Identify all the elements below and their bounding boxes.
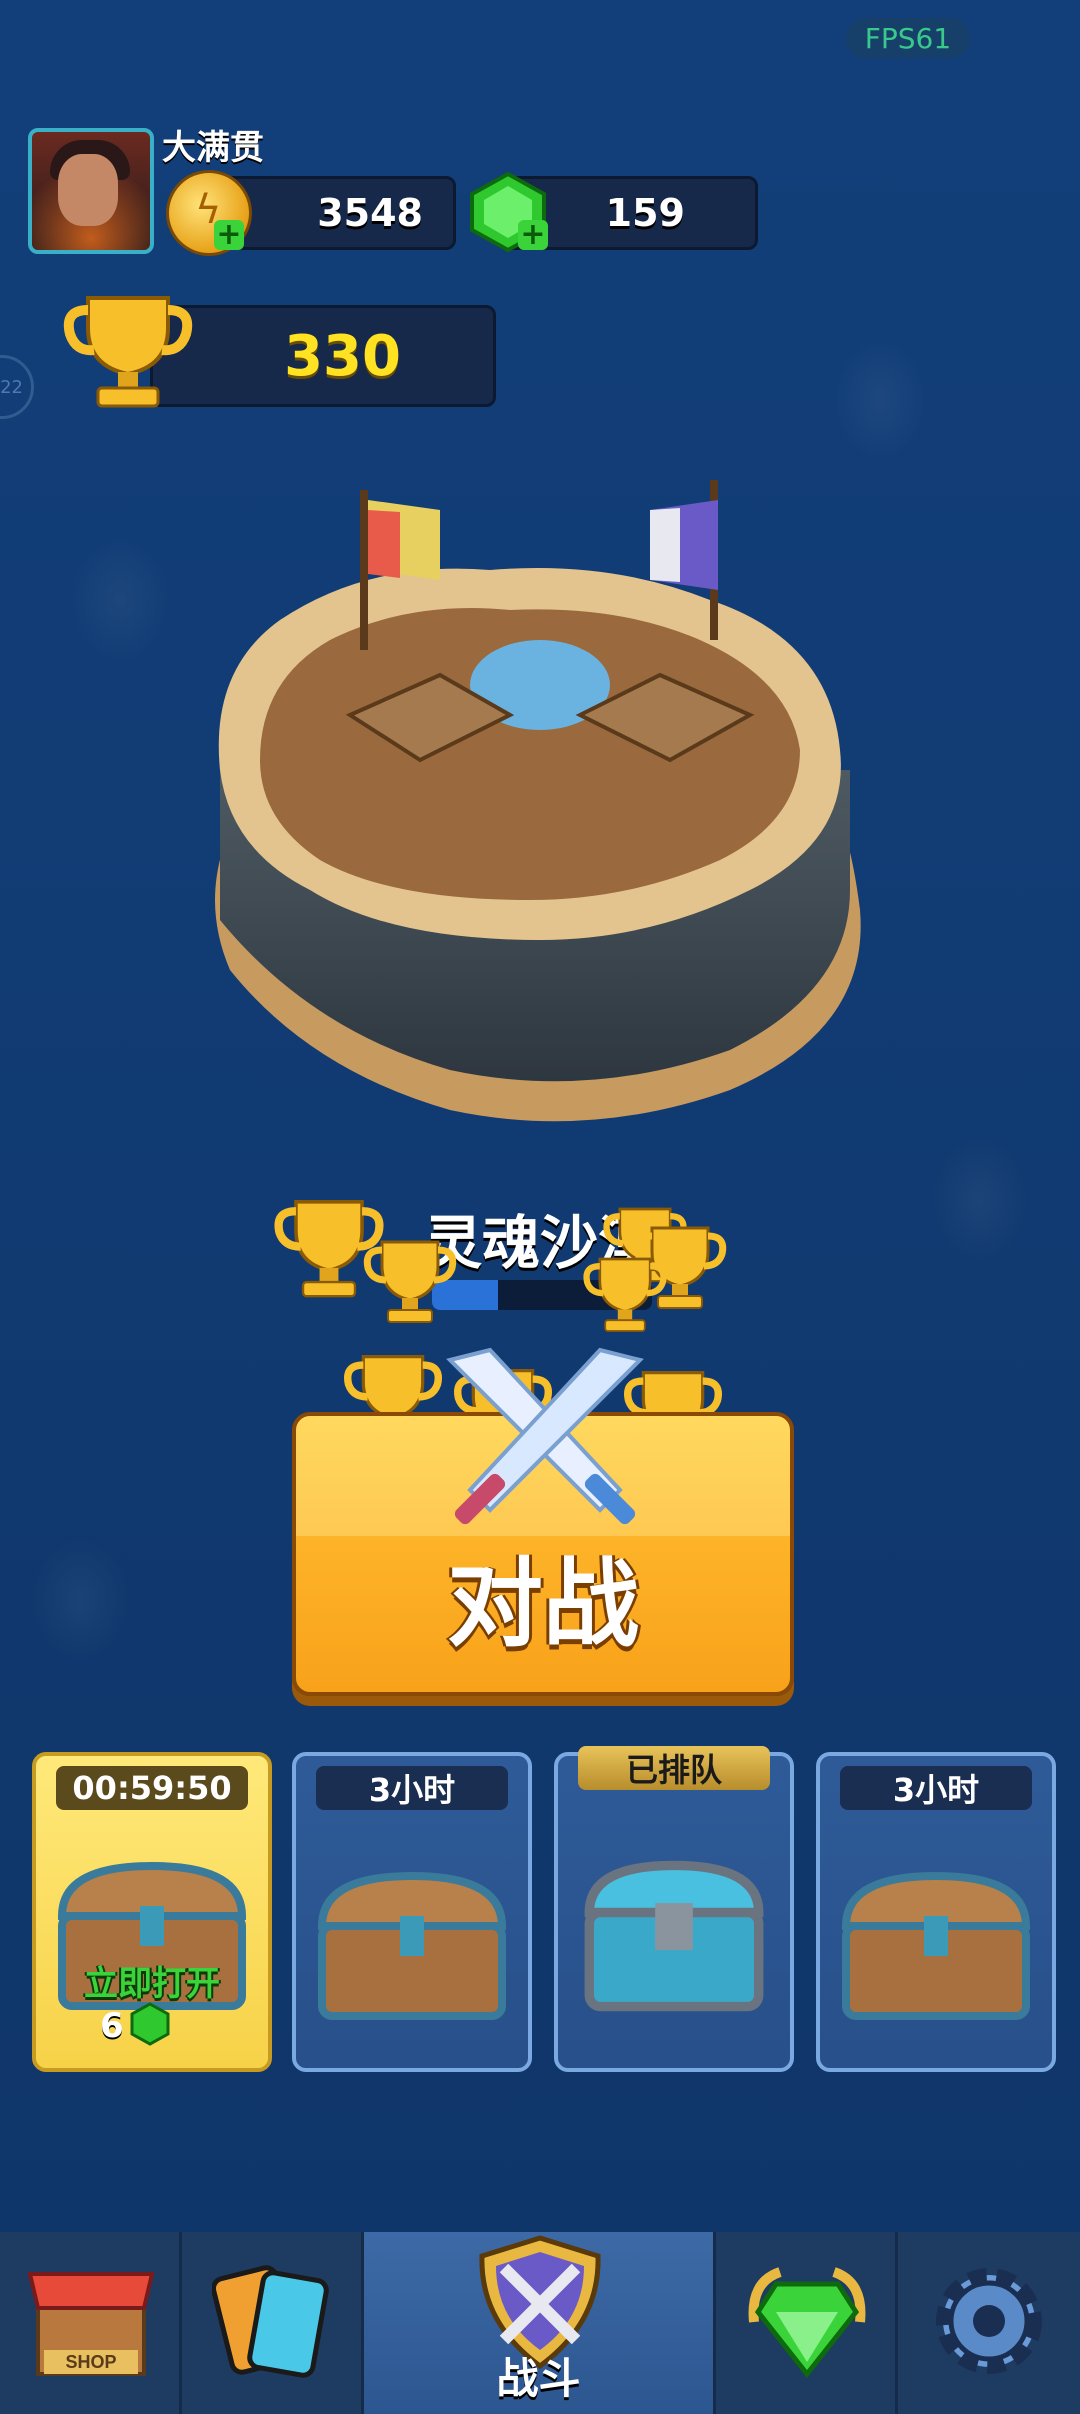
shop-sign-text: SHOP [65, 2352, 116, 2372]
coin-value: 3548 [317, 191, 423, 235]
shop-icon: SHOP [27, 2272, 155, 2376]
gem-value: 159 [605, 191, 685, 235]
trophy-value: 330 [284, 323, 401, 389]
nav-settings[interactable] [898, 2232, 1080, 2414]
arena-name: 灵魂沙漠 [423, 1209, 656, 1277]
trophy-reward-icon [363, 1240, 457, 1323]
player-avatar[interactable] [28, 128, 154, 254]
trophy-reward-icon [583, 1257, 667, 1332]
nav-battle[interactable]: 战斗 [364, 2232, 716, 2414]
chest-duration: 3小时 [840, 1766, 1032, 1810]
chest-slot-1[interactable]: 00:59:50 立即打开 6 [32, 1752, 272, 2072]
chest-timer: 00:59:50 [56, 1766, 248, 1810]
player-name: 大满贯 [162, 128, 264, 168]
trophy-icon [63, 296, 193, 408]
add-gems-button[interactable]: + [518, 220, 548, 250]
wooden-chest-icon [317, 1871, 507, 2020]
arena-island-image[interactable] [190, 470, 890, 1150]
add-coins-button[interactable]: + [214, 220, 244, 250]
chest-duration: 3小时 [316, 1766, 508, 1810]
silver-chest-icon [584, 1860, 764, 2012]
fps-counter: FPS61 [846, 18, 970, 58]
nav-shop[interactable]: SHOP [0, 2232, 182, 2414]
chest-slot-4[interactable]: 3小时 [816, 1752, 1056, 2072]
chest-queued-badge: 已排队 [578, 1746, 770, 1790]
wooden-chest-icon [841, 1871, 1031, 2020]
gem-shop-icon [748, 2267, 866, 2379]
gear-icon [936, 2268, 1042, 2374]
trophy-counter: 330 [150, 305, 496, 407]
open-cost: 6 [100, 2006, 124, 2046]
nav-cards[interactable] [182, 2232, 364, 2414]
gem-icon [130, 2002, 170, 2046]
open-now-label[interactable]: 立即打开 [36, 1956, 268, 2005]
chest-slot-2[interactable]: 3小时 [292, 1752, 532, 2072]
cards-icon [212, 2265, 329, 2378]
nav-gems[interactable] [716, 2232, 898, 2414]
chest-slot-3[interactable]: 已排队 [554, 1746, 794, 2072]
crossed-swords-icon [446, 1347, 644, 1525]
nav-battle-label: 战斗 [496, 2354, 581, 2403]
